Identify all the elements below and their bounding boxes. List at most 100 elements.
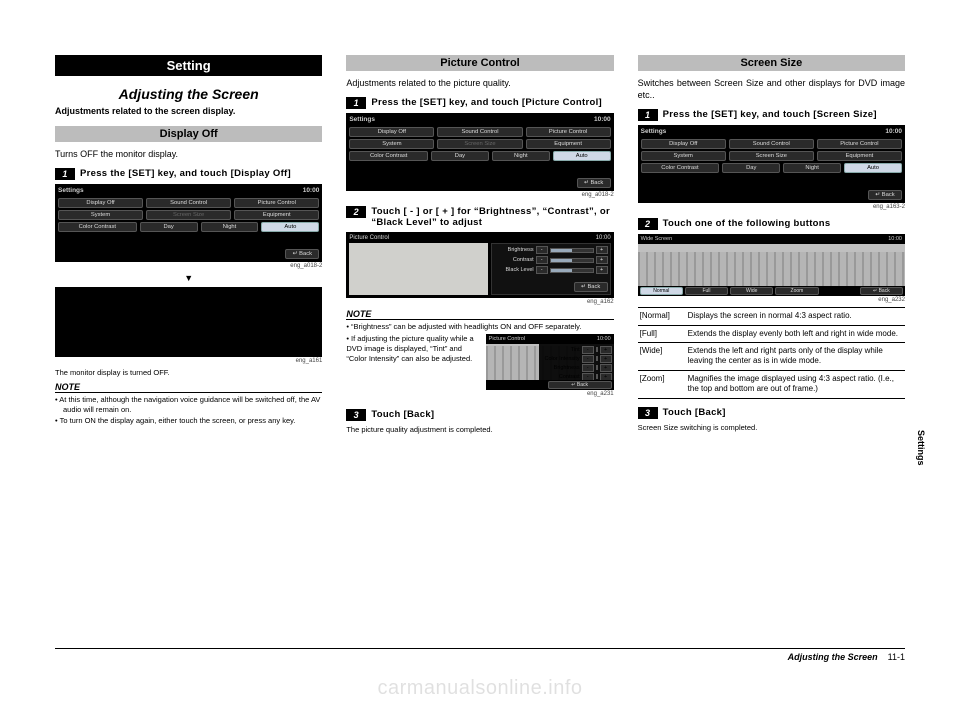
fig-caption: eng_a161 bbox=[55, 358, 322, 364]
btn-equipment: Equipment bbox=[234, 210, 319, 220]
fig-caption: eng_a163-2 bbox=[638, 204, 905, 210]
step-2-text: Touch [ - ] or [ + ] for “Brightness”, “… bbox=[371, 206, 613, 228]
opt-normal: Normal bbox=[640, 287, 683, 295]
slider-panel: Brightness-+ Contrast-+ Black Level-+ ↵ … bbox=[491, 243, 611, 295]
btn-auto: Auto bbox=[261, 222, 319, 232]
btn-night: Night bbox=[201, 222, 259, 232]
table-row: [Normal]Displays the screen in normal 4:… bbox=[638, 308, 905, 325]
note-with-inset: If adjusting the picture quality while a… bbox=[346, 334, 613, 401]
btn-display-off: Display Off bbox=[58, 198, 143, 208]
inset-figure: Picture Control10:00 Tint-+ Color Intens… bbox=[486, 334, 614, 401]
step-num-3-icon: 3 bbox=[346, 409, 366, 421]
step-1: 1 Press the [SET] key, and touch [Displa… bbox=[55, 168, 322, 180]
screenshot-settings: Settings 10:00 Display Off Sound Control… bbox=[55, 184, 322, 262]
opt-full: Full bbox=[685, 287, 728, 295]
screenshot-picture-control: Picture Control 10:00 Brightness-+ Contr… bbox=[346, 232, 613, 298]
step-num-2-icon: 2 bbox=[346, 206, 366, 218]
fig-caption: eng_a018-2 bbox=[346, 192, 613, 198]
fig-caption: eng_a232 bbox=[638, 297, 905, 303]
btn-sound-control: Sound Control bbox=[146, 198, 231, 208]
step-1: 1 Press the [SET] key, and touch [Screen… bbox=[638, 109, 905, 121]
step-3-result: Screen Size switching is completed. bbox=[638, 423, 905, 433]
step-num-1-icon: 1 bbox=[55, 168, 75, 180]
picture-control-desc: Adjustments related to the picture quali… bbox=[346, 77, 613, 89]
screen-title: Settings bbox=[58, 187, 84, 194]
btn-back: ↵ Back bbox=[548, 381, 612, 389]
screen-time: 10:00 bbox=[303, 187, 320, 194]
step-1: 1 Press the [SET] key, and touch [Pictur… bbox=[346, 97, 613, 109]
table-row: [Full]Extends the display evenly both le… bbox=[638, 325, 905, 342]
step-2: 2 Touch [ - ] or [ + ] for “Brightness”,… bbox=[346, 206, 613, 228]
note-heading: NOTE bbox=[346, 309, 613, 320]
table-row: [Zoom]Magnifies the image displayed usin… bbox=[638, 370, 905, 398]
step-num-1-icon: 1 bbox=[638, 109, 658, 121]
btn-day: Day bbox=[140, 222, 198, 232]
btn-back: ↵ Back bbox=[577, 178, 611, 188]
page-footer: Adjusting the Screen 11-1 bbox=[55, 648, 905, 662]
btn-back: ↵ Back bbox=[868, 190, 902, 200]
btn-back: ↵ Back bbox=[860, 287, 903, 295]
step-3-result: The picture quality adjustment is comple… bbox=[346, 425, 613, 435]
step-num-1-icon: 1 bbox=[346, 97, 366, 109]
note-heading: NOTE bbox=[55, 382, 322, 393]
section-subtitle: Adjustments related to the screen displa… bbox=[55, 106, 322, 116]
opt-wide: Wide bbox=[730, 287, 773, 295]
screen-size-desc: Switches between Screen Size and other d… bbox=[638, 77, 905, 101]
screenshot-dvd-picture-control: Picture Control10:00 Tint-+ Color Intens… bbox=[486, 334, 614, 390]
note-list: At this time, although the navigation vo… bbox=[55, 395, 322, 426]
screenshot-wide-screen: Wide Screen10:00 Normal Full Wide Zoom ↵… bbox=[638, 234, 905, 296]
btn-back: ↵ Back bbox=[285, 249, 319, 259]
display-off-desc: Turns OFF the monitor display. bbox=[55, 148, 322, 160]
watermark: carmanualsonline.info bbox=[0, 677, 960, 700]
figure-monitor-off bbox=[55, 287, 322, 357]
note-item: “Brightness” can be adjusted with headli… bbox=[346, 322, 613, 332]
setting-block-title: Setting bbox=[55, 55, 322, 76]
step-1-text: Press the [SET] key, and touch [Display … bbox=[80, 168, 291, 179]
figure-settings-screen: Settings 10:00 Display Off Sound Control… bbox=[55, 184, 322, 262]
figure-wide-screen: Wide Screen10:00 Normal Full Wide Zoom ↵… bbox=[638, 234, 905, 296]
step-1-text: Press the [SET] key, and touch [Screen S… bbox=[663, 109, 877, 120]
display-off-heading: Display Off bbox=[55, 126, 322, 142]
step-2-text: Touch one of the following buttons bbox=[663, 218, 831, 229]
column-1: Setting Adjusting the Screen Adjustments… bbox=[55, 55, 322, 435]
column-2: Picture Control Adjustments related to t… bbox=[346, 55, 613, 435]
step-num-2-icon: 2 bbox=[638, 218, 658, 230]
btn-screen-size: Screen Size bbox=[146, 210, 231, 220]
figure-picture-sliders: Picture Control 10:00 Brightness-+ Contr… bbox=[346, 232, 613, 298]
label-color-contrast: Color Contrast bbox=[58, 222, 137, 232]
side-tab-settings: Settings bbox=[916, 430, 926, 466]
opt-zoom: Zoom bbox=[775, 287, 818, 295]
map-background bbox=[349, 243, 487, 295]
figure-settings-screen: Settings 10:00 Display Off Sound Control… bbox=[638, 125, 905, 203]
btn-picture-control: Picture Control bbox=[234, 198, 319, 208]
step-1-text: Press the [SET] key, and touch [Picture … bbox=[371, 97, 602, 108]
step-3: 3 Touch [Back] bbox=[638, 407, 905, 419]
picture-control-heading: Picture Control bbox=[346, 55, 613, 71]
screen-size-heading: Screen Size bbox=[638, 55, 905, 71]
screenshot-settings: Settings 10:00 Display Off Sound Control… bbox=[346, 113, 613, 191]
monitor-off-caption: The monitor display is turned OFF. bbox=[55, 368, 322, 378]
btn-system: System bbox=[58, 210, 143, 220]
note-item: At this time, although the navigation vo… bbox=[55, 395, 322, 415]
step-num-3-icon: 3 bbox=[638, 407, 658, 419]
section-title: Adjusting the Screen bbox=[55, 86, 322, 102]
screen-size-options-table: [Normal]Displays the screen in normal 4:… bbox=[638, 307, 905, 398]
fig-caption: eng_a231 bbox=[486, 391, 614, 397]
note-list: “Brightness” can be adjusted with headli… bbox=[346, 322, 613, 332]
figure-settings-screen: Settings 10:00 Display Off Sound Control… bbox=[346, 113, 613, 191]
triangle-down-icon: ▼ bbox=[55, 273, 322, 283]
step-3-text: Touch [Back] bbox=[663, 407, 726, 418]
footer-title: Adjusting the Screen bbox=[788, 652, 878, 662]
screenshot-settings: Settings 10:00 Display Off Sound Control… bbox=[638, 125, 905, 203]
note-item: If adjusting the picture quality while a… bbox=[346, 334, 479, 364]
footer-page-number: 11-1 bbox=[888, 652, 905, 662]
step-2: 2 Touch one of the following buttons bbox=[638, 218, 905, 230]
fig-caption: eng_a018-2 bbox=[55, 263, 322, 269]
table-row: [Wide]Extends the left and right parts o… bbox=[638, 343, 905, 371]
content-columns: Setting Adjusting the Screen Adjustments… bbox=[55, 55, 905, 435]
fig-caption: eng_a162 bbox=[346, 299, 613, 305]
step-3-text: Touch [Back] bbox=[371, 409, 434, 420]
step-3: 3 Touch [Back] bbox=[346, 409, 613, 421]
note-item: To turn ON the display again, either tou… bbox=[55, 416, 322, 426]
column-3: Screen Size Switches between Screen Size… bbox=[638, 55, 905, 435]
